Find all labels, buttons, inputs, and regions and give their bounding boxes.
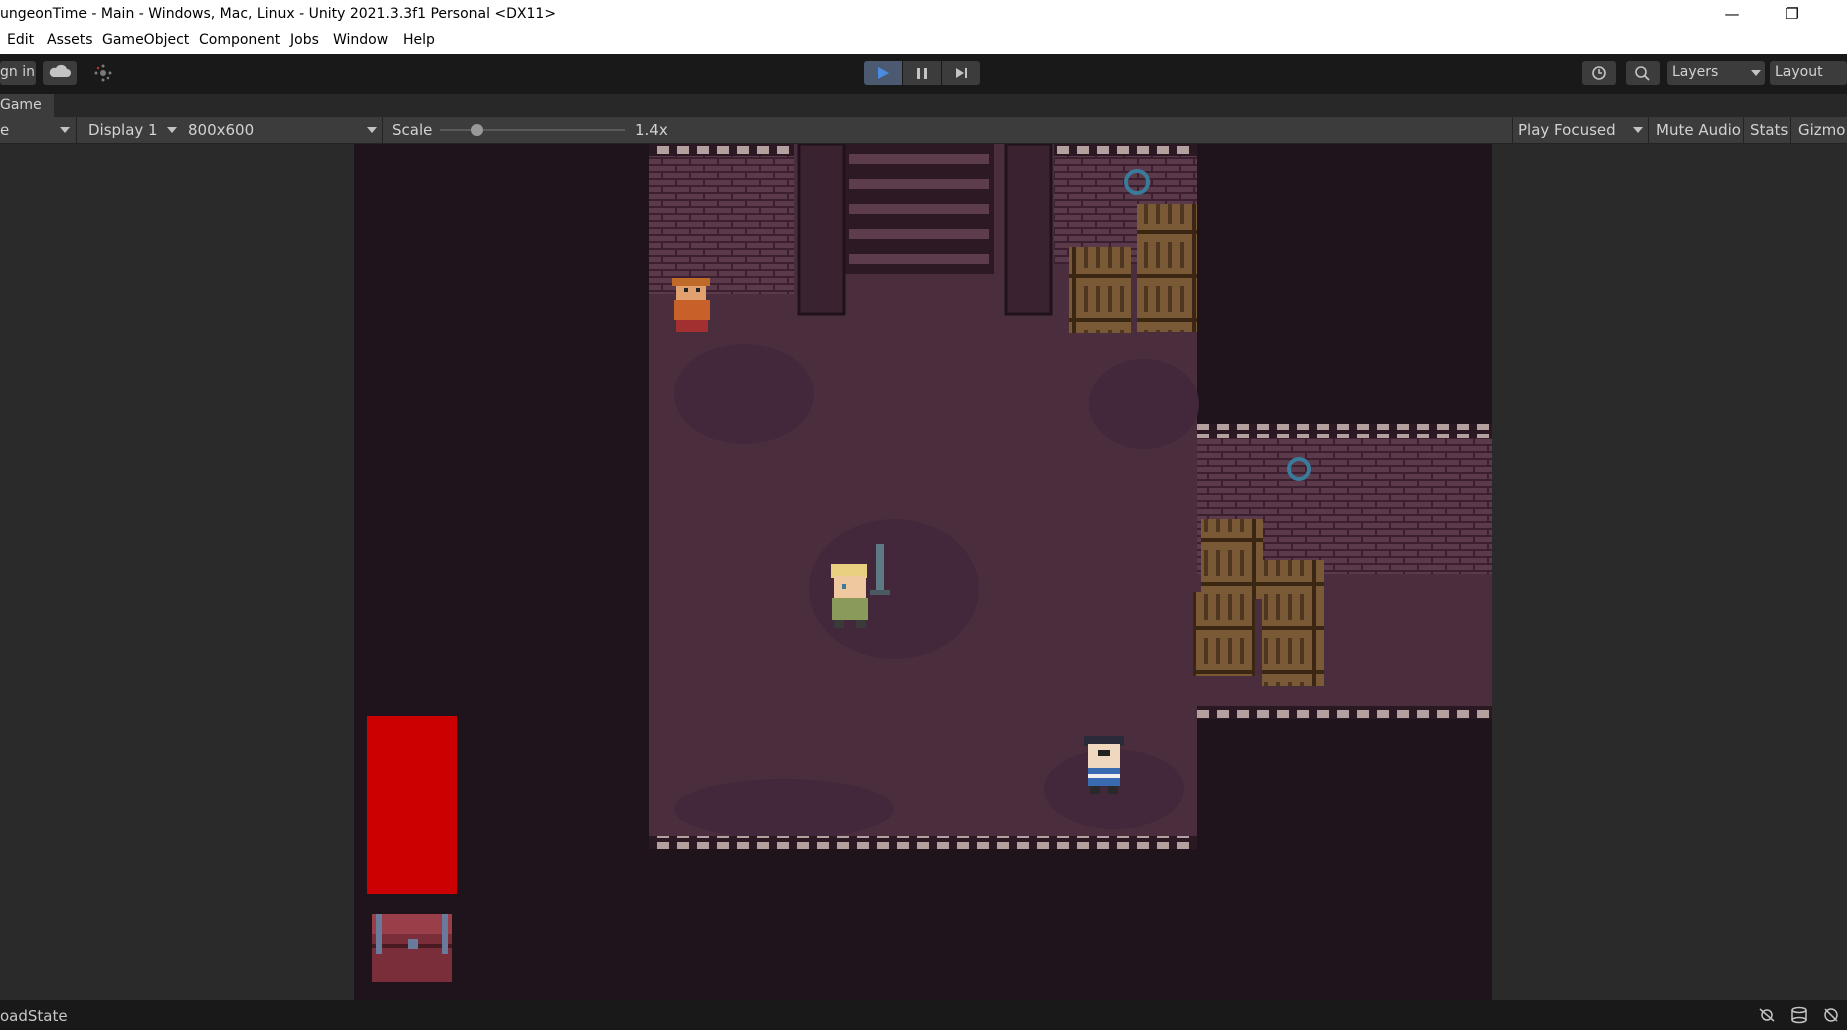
wall-top-left — [649, 144, 794, 294]
step-button[interactable] — [942, 61, 980, 85]
status-text: oadState — [0, 1007, 68, 1025]
menu-jobs[interactable]: Jobs — [290, 32, 319, 48]
layout-dropdown[interactable]: Layout — [1770, 61, 1847, 85]
progress-icon[interactable] — [1821, 1006, 1841, 1024]
collab-icon — [94, 64, 112, 82]
pillar-right — [1004, 144, 1053, 316]
divider — [1790, 117, 1791, 143]
chevron-down-icon — [167, 127, 177, 133]
tab-strip: Game — [0, 94, 1847, 117]
pause-icon — [917, 68, 927, 79]
step-icon — [956, 68, 967, 78]
scale-label: Scale — [392, 121, 433, 139]
npc-dwarf — [672, 278, 710, 332]
cloud-icon — [49, 64, 71, 77]
play-button[interactable] — [864, 61, 902, 85]
sign-in-button[interactable]: gn in — [0, 61, 36, 85]
main-toolbar: gn in Layers Layout — [0, 54, 1847, 94]
divider — [382, 117, 383, 143]
minimize-button[interactable]: — — [1710, 2, 1754, 26]
gizmos-toggle[interactable]: Gizmo — [1798, 121, 1845, 139]
display-dropdown[interactable]: Display 1 — [88, 121, 158, 139]
menu-help[interactable]: Help — [403, 32, 435, 48]
menu-window[interactable]: Window — [333, 32, 388, 48]
window-title: ungeonTime - Main - Windows, Mac, Linux … — [0, 6, 557, 22]
chevron-down-icon — [1751, 70, 1761, 76]
menu-gameobject[interactable]: GameObject — [102, 32, 189, 48]
wall-bottom-edge — [649, 836, 1197, 849]
divider — [1648, 117, 1649, 143]
chevron-down-icon — [60, 127, 70, 133]
cache-icon[interactable] — [1789, 1006, 1809, 1024]
play-icon — [878, 67, 889, 79]
game-toolbar: e Display 1 800x600 Scale 1.4x Play Focu… — [0, 117, 1847, 144]
scale-slider-thumb[interactable] — [471, 124, 483, 136]
game-scene — [367, 144, 1492, 982]
crate — [1201, 519, 1263, 599]
search-icon — [1635, 66, 1650, 81]
menu-edit[interactable]: Edit — [7, 32, 34, 48]
cloud-button[interactable] — [43, 61, 77, 85]
tab-game-label: Game — [0, 97, 42, 113]
crate — [1193, 592, 1255, 676]
status-bar: oadState — [0, 1000, 1847, 1030]
history-button[interactable] — [1582, 61, 1616, 85]
divider — [1512, 117, 1513, 143]
chevron-down-icon — [367, 127, 377, 133]
menu-bar: Edit Assets GameObject Component Jobs Wi… — [0, 28, 1847, 55]
chevron-down-icon — [1633, 127, 1643, 133]
crate — [1137, 288, 1197, 332]
tab-game[interactable]: Game — [0, 94, 54, 117]
npc-pirate — [1084, 736, 1124, 794]
history-icon — [1592, 66, 1606, 80]
debug-icon[interactable] — [1757, 1006, 1777, 1024]
window-title-bar: ungeonTime - Main - Windows, Mac, Linux … — [0, 0, 1847, 28]
divider — [1743, 117, 1744, 143]
menu-assets[interactable]: Assets — [47, 32, 93, 48]
divider — [76, 117, 77, 143]
crate — [1069, 247, 1131, 333]
crate — [1137, 204, 1197, 288]
sign-in-label: gn in — [0, 64, 35, 80]
collab-button[interactable] — [86, 61, 120, 85]
scale-slider-track[interactable] — [440, 124, 625, 136]
resolution-dropdown[interactable]: 800x600 — [188, 121, 254, 139]
layers-dropdown[interactable]: Layers — [1667, 61, 1765, 85]
menu-component[interactable]: Component — [199, 32, 280, 48]
crate — [1262, 560, 1324, 686]
mute-audio-toggle[interactable]: Mute Audio — [1656, 121, 1741, 139]
restore-button[interactable]: ❐ — [1770, 2, 1814, 26]
layout-label: Layout — [1775, 64, 1823, 80]
stats-toggle[interactable]: Stats — [1750, 121, 1788, 139]
play-focused-dropdown[interactable]: Play Focused — [1518, 121, 1616, 139]
scale-value: 1.4x — [635, 121, 668, 139]
treasure-chest — [372, 914, 452, 982]
game-viewport[interactable] — [354, 144, 1492, 1000]
pillar-left — [797, 144, 846, 316]
health-bar — [367, 716, 457, 894]
corridor-bottom-edge — [1197, 706, 1492, 719]
game-mode-dropdown[interactable]: e — [0, 121, 9, 139]
layers-label: Layers — [1672, 64, 1719, 80]
stairs — [844, 144, 994, 274]
search-button[interactable] — [1626, 61, 1660, 85]
pause-button[interactable] — [903, 61, 941, 85]
